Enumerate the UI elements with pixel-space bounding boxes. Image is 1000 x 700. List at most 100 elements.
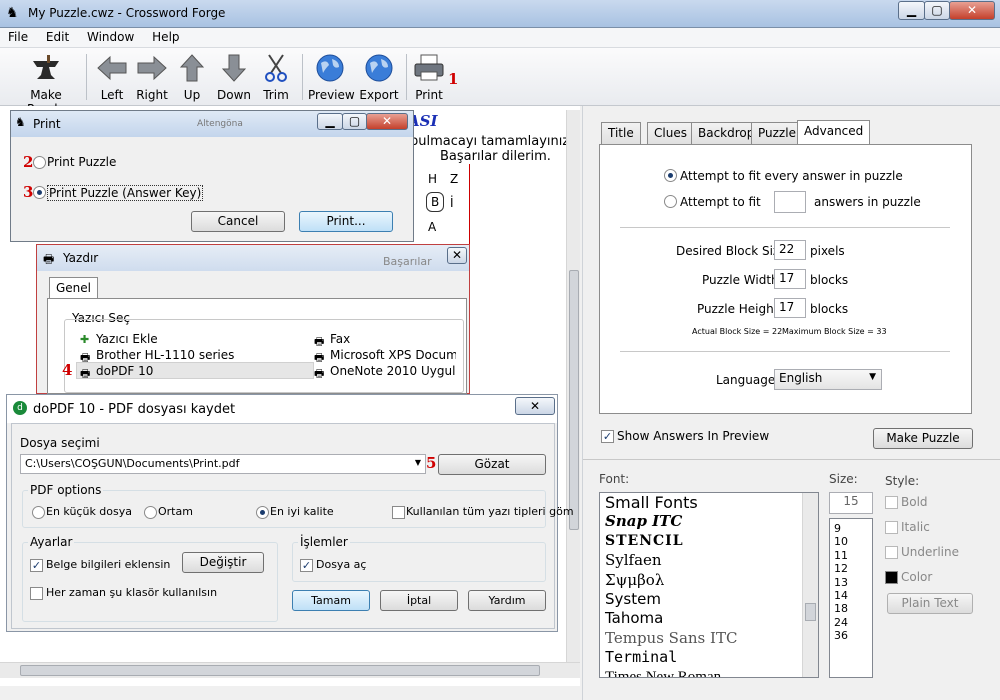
maximize-button[interactable]: ▢ [342,113,367,130]
size-item[interactable]: 11 [830,549,872,562]
menu-edit[interactable]: Edit [40,28,75,46]
printer-item[interactable]: OneNote 2010 Uygulama [330,364,456,378]
maximize-button[interactable]: ▢ [924,1,950,20]
print-answer-key-label: Print Puzzle (Answer Key) [47,185,204,201]
language-select[interactable]: English ▼ [774,369,882,390]
toolbar: Make Puzzle Left Right Up Down Trim Prev… [0,48,1000,116]
close-button[interactable]: ✕ [366,113,408,130]
globe-icon [308,52,352,84]
cancel-button[interactable]: İptal [380,590,458,611]
block-size-field[interactable]: 22 [774,240,806,260]
font-item[interactable]: Small Fonts [600,493,818,512]
small-file-radio[interactable] [32,506,45,519]
color-swatch[interactable] [885,571,898,584]
print-button[interactable]: Print [410,52,448,102]
menu-file[interactable]: File [2,28,34,46]
fit-every-radio[interactable] [664,169,677,182]
close-button[interactable]: ✕ [447,247,467,264]
down-button[interactable]: Down [216,52,252,102]
file-path-select[interactable]: C:\Users\COŞGUN\Documents\Print.pdf ▼ [20,454,426,474]
printer-item[interactable]: Fax [330,332,350,346]
size-item[interactable]: 12 [830,562,872,575]
font-item[interactable]: System [600,590,818,609]
preview-button[interactable]: Preview [308,52,355,102]
size-item[interactable]: 18 [830,602,872,615]
fit-some-radio[interactable] [664,195,677,208]
size-item[interactable]: 14 [830,589,872,602]
style-label: Style: [885,474,920,488]
grid-letter: A [428,220,437,234]
tab-title[interactable]: Title [601,122,641,144]
tab-puzzle[interactable]: Puzzle [751,122,803,144]
font-item[interactable]: Snap ITC [600,512,818,531]
arrow-up-icon [178,52,206,84]
printer-icon [410,52,448,84]
tab-advanced[interactable]: Advanced [797,120,871,145]
puzzle-width-field[interactable]: 17 [774,269,806,289]
fit-count-field[interactable] [774,191,806,213]
trim-button[interactable]: Trim [260,52,292,102]
help-button[interactable]: Yardım [468,590,546,611]
size-list[interactable]: 9 10 11 12 13 14 18 24 36 [829,518,873,678]
printer-item[interactable]: doPDF 10 [96,364,153,378]
document-vertical-scrollbar[interactable] [566,110,580,666]
close-button[interactable]: ✕ [515,397,555,415]
font-item[interactable]: Σψμβολ [600,571,818,590]
medium-quality-radio[interactable] [144,506,157,519]
menu-window[interactable]: Window [81,28,140,46]
print-puzzle-radio[interactable] [33,156,46,169]
left-button[interactable]: Left [94,52,130,102]
embed-fonts-checkbox[interactable] [392,506,405,519]
font-item[interactable]: Sylfaen [600,551,818,570]
printer-item[interactable]: Brother HL-1110 series [96,348,234,362]
size-item[interactable]: 10 [830,535,872,548]
change-button[interactable]: Değiştir [182,552,264,573]
font-list-scrollbar[interactable] [802,493,818,677]
tab-general[interactable]: Genel [49,277,99,299]
font-item[interactable]: STENCIL [600,532,818,551]
underline-checkbox[interactable] [885,546,898,559]
scroll-thumb[interactable] [805,603,816,621]
font-item[interactable]: Tahoma [600,609,818,628]
scroll-thumb[interactable] [569,270,579,530]
scroll-thumb[interactable] [20,665,540,676]
minimize-button[interactable]: ▁ [898,1,925,20]
always-folder-checkbox[interactable] [30,587,43,600]
ok-button[interactable]: Tamam [292,590,370,611]
font-item[interactable]: Times New Roman [600,668,818,677]
font-list[interactable]: Small Fonts Snap ITC STENCIL Sylfaen Σψμ… [599,492,819,678]
right-button[interactable]: Right [134,52,170,102]
size-item[interactable]: 9 [830,522,872,535]
export-button[interactable]: Export [358,52,400,102]
show-answers-checkbox[interactable]: ✓ [601,430,614,443]
print-answer-key-radio[interactable] [33,186,46,199]
embed-fonts-label: Kullanılan tüm yazı tipleri göm [406,505,574,518]
open-file-checkbox[interactable]: ✓ [300,559,313,572]
plain-text-button[interactable]: Plain Text [887,593,973,614]
size-item[interactable]: 13 [830,576,872,589]
best-quality-radio[interactable] [256,506,269,519]
font-item[interactable]: Tempus Sans ITC [600,629,818,648]
export-label: Export [359,88,399,102]
font-item[interactable]: Terminal [600,648,818,667]
printer-item[interactable]: Yazıcı Ekle [96,332,158,346]
tab-clues[interactable]: Clues [647,122,694,144]
minimize-button[interactable]: ▁ [317,113,343,130]
printer-item[interactable]: Microsoft XPS Document [330,348,456,362]
menu-help[interactable]: Help [146,28,185,46]
cancel-button[interactable]: Cancel [191,211,285,232]
size-item[interactable]: 24 [830,616,872,629]
up-button[interactable]: Up [178,52,206,102]
bold-checkbox[interactable] [885,496,898,509]
browse-button[interactable]: Gözat [438,454,546,475]
make-puzzle-panel-button[interactable]: Make Puzzle [873,428,973,449]
document-horizontal-scrollbar[interactable] [0,662,580,678]
close-button[interactable]: ✕ [949,1,995,20]
italic-checkbox[interactable] [885,521,898,534]
print-confirm-button[interactable]: Print... [299,211,393,232]
arrow-down-icon [216,52,252,84]
size-item[interactable]: 36 [830,629,872,642]
size-field[interactable]: 15 [829,492,873,514]
puzzle-height-field[interactable]: 17 [774,298,806,318]
doc-info-checkbox[interactable]: ✓ [30,559,43,572]
